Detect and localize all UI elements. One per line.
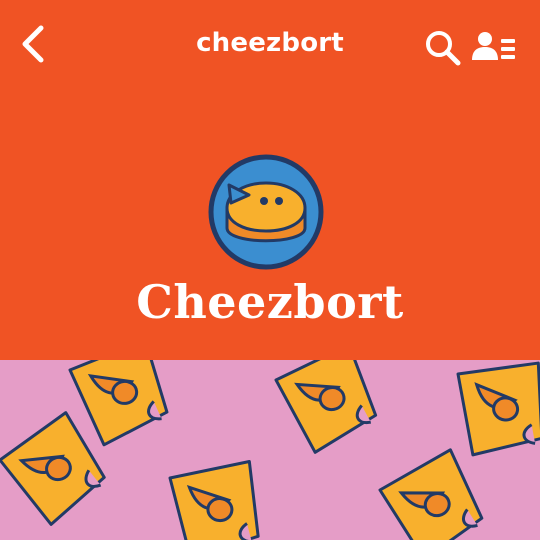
search-icon [426,31,461,66]
profile-header: cheezbort Cheezbort [0,0,540,360]
member-list-icon [472,32,515,60]
cheese-pattern-banner [0,360,540,540]
top-bar: cheezbort [0,0,540,90]
cheese-pattern-image [0,360,540,540]
cheese-wheel-avatar-icon [208,154,324,270]
group-name: Cheezbort [136,275,404,329]
group-profile-screen: cheezbort Cheezbort [0,0,540,540]
group-avatar[interactable] [207,153,325,271]
member-list-button[interactable] [472,28,518,68]
search-button[interactable] [424,28,464,68]
